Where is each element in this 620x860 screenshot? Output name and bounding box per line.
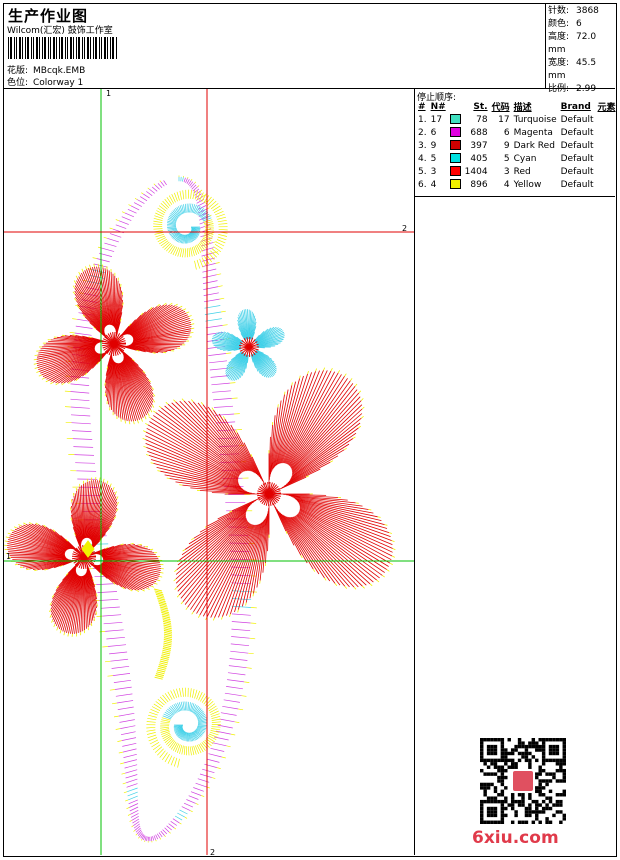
- guide-h2-label: 2: [402, 224, 407, 233]
- stat-colors: 颜色: 6: [548, 19, 582, 29]
- guide-h1-label: 1: [6, 552, 11, 561]
- header: 生产作业图 Wilcom(汇宏) 鼓饰工作室 花版: MBcqk.EMB 色位: C…: [4, 4, 615, 94]
- table-row: 1. 17 78 17 Turquoise Default: [418, 114, 594, 125]
- guide-lines: 1 2 2 1: [4, 89, 414, 855]
- stop-sequence-table: # N# St. 代码 描述 Brand 元素 1. 17 78 17 Turquois…: [416, 100, 618, 191]
- table-row: 4. 5 405 5 Cyan Default: [418, 153, 594, 164]
- stop-sequence-panel: 停止顺序: # N# St. 代码 描述 Brand 元素 1. 17 78 17 Tu…: [415, 89, 618, 197]
- colorway-row: 色位: Colorway 1: [7, 78, 84, 88]
- color-swatch: [449, 153, 461, 164]
- header-info: 生产作业图 Wilcom(汇宏) 鼓饰工作室 花版: MBcqk.EMB 色位: C…: [4, 4, 546, 88]
- color-swatch: [449, 127, 461, 138]
- stat-height: 高度: 72.0 mm: [548, 32, 597, 55]
- watermark: 6xiu.com: [472, 828, 559, 848]
- table-row: 2. 6 688 6 Magenta Default: [418, 127, 594, 138]
- colorway-name: Colorway 1: [33, 78, 84, 88]
- stat-stitches: 针数: 3868: [548, 6, 599, 16]
- color-swatch: [449, 114, 461, 125]
- color-swatch: [449, 140, 461, 151]
- stats-panel: 针数: 3868 颜色: 6 高度: 72.0 mm 宽度: 45.5 mm 比例: 2.…: [548, 5, 615, 96]
- table-row: 5. 3 1404 3 Red Default: [418, 166, 594, 177]
- qr-code: [480, 738, 566, 824]
- table-row: 3. 9 397 9 Dark Red Default: [418, 140, 594, 151]
- barcode: [8, 37, 117, 59]
- stat-width: 宽度: 45.5 mm: [548, 58, 597, 81]
- color-swatch: [449, 179, 461, 190]
- guide-v2-label: 2: [210, 848, 215, 855]
- table-header: # N# St. 代码 描述 Brand 元素: [418, 101, 616, 114]
- table-row: 6. 4 896 4 Yellow Default: [418, 179, 594, 190]
- guide-v1-label: 1: [106, 89, 111, 98]
- design-canvas[interactable]: 1 2 2 1: [4, 89, 415, 855]
- subtitle: Wilcom(汇宏) 鼓饰工作室: [7, 26, 113, 36]
- color-swatch: [449, 166, 461, 177]
